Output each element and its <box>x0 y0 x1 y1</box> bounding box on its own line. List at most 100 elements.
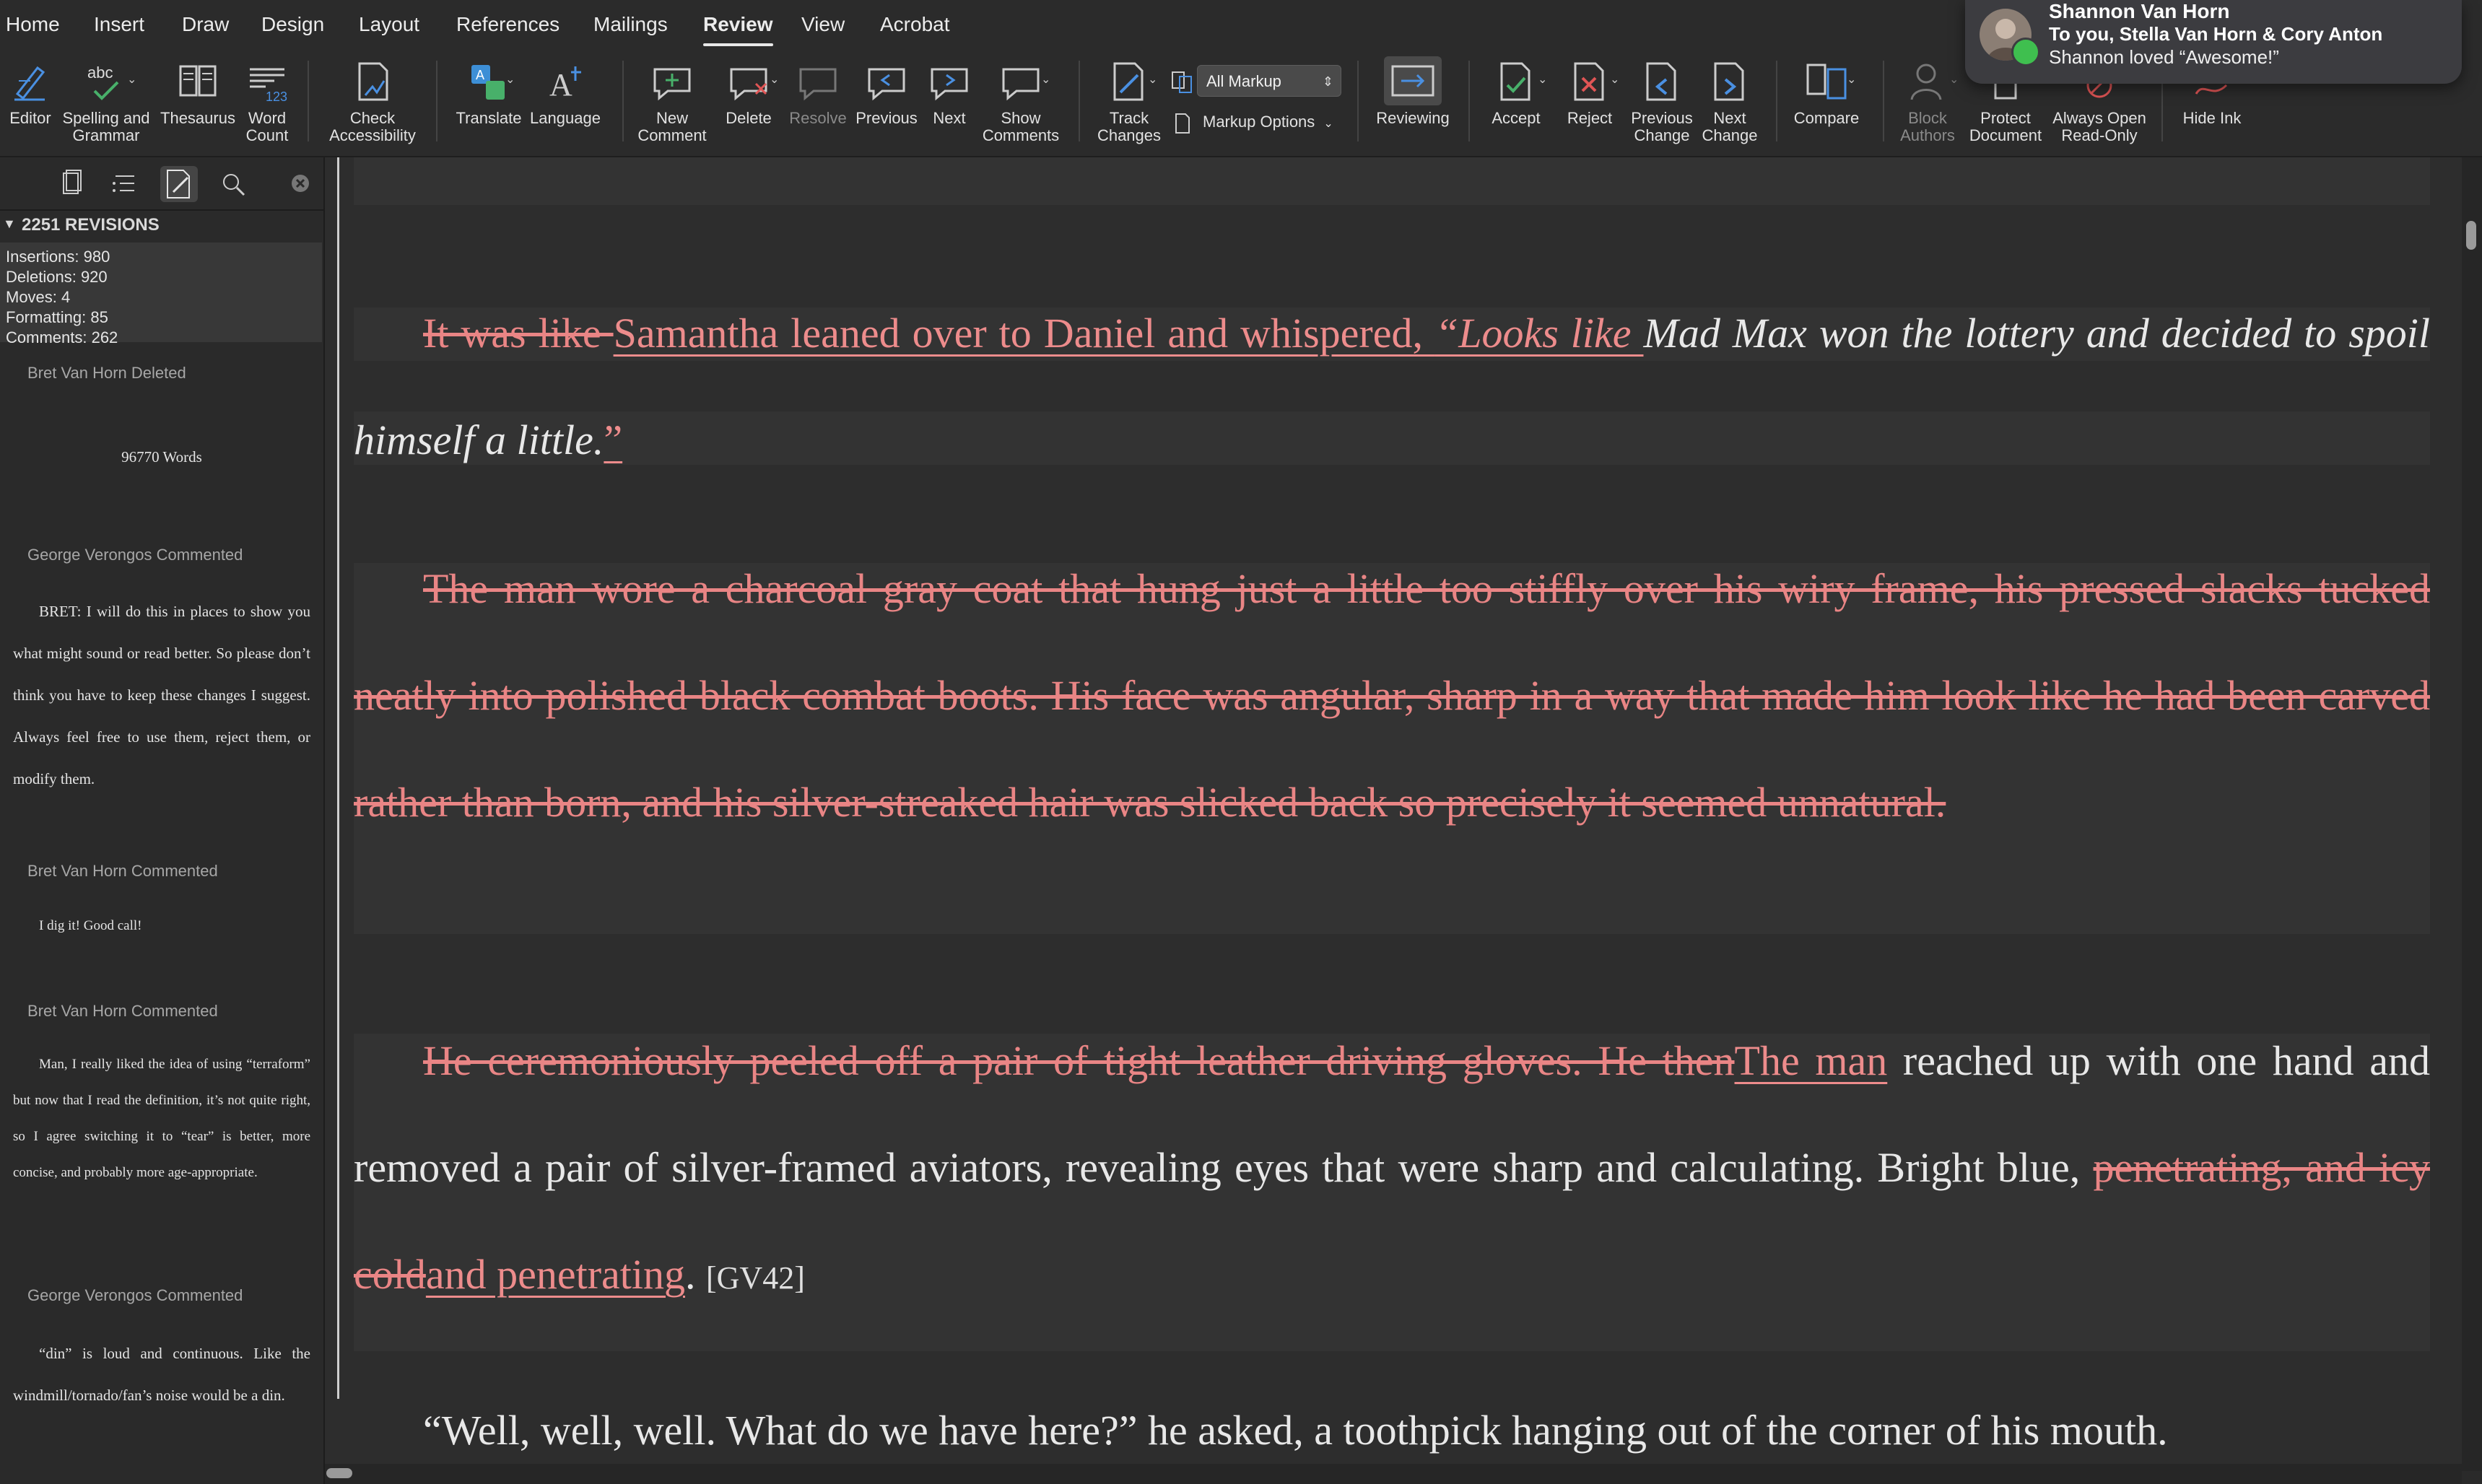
markup-select-value: All Markup <box>1206 72 1281 90</box>
spelling-grammar-button[interactable]: abc Spelling and Grammar <box>59 59 153 144</box>
tab-home[interactable]: Home <box>6 13 60 36</box>
tab-review[interactable]: Review <box>703 13 773 46</box>
delete-comment-icon <box>730 68 767 101</box>
svg-text:abc: abc <box>87 64 113 82</box>
tab-references[interactable]: References <box>456 13 559 36</box>
deleted-text[interactable]: The man wore a charcoal gray coat that h… <box>354 565 2430 826</box>
spelling-label-line1: Spelling and <box>62 109 150 127</box>
previous-change-button[interactable]: Previous Change <box>1627 59 1697 144</box>
next-comment-button[interactable]: Next <box>923 59 976 127</box>
show-comments-label-line2: Comments <box>982 126 1060 144</box>
chevron-down-icon: ⌄ <box>1323 118 1333 130</box>
new-comment-label-line1: New <box>656 109 688 127</box>
vertical-scrollbar[interactable] <box>2462 157 2482 1471</box>
deleted-text[interactable]: It was like <box>423 310 614 357</box>
notification-recipients: To you, Stella Van Horn & Cory Anton <box>2049 23 2383 45</box>
horizontal-scroll-thumb[interactable] <box>326 1468 352 1478</box>
reject-button[interactable]: Reject <box>1558 59 1621 127</box>
revision-text: “din” is loud and continuous. Like the w… <box>13 1345 310 1404</box>
track-changes-label-line2: Changes <box>1097 126 1162 144</box>
notification-body: Shannon loved “Awesome!” <box>2049 46 2279 68</box>
tab-insert[interactable]: Insert <box>94 13 144 36</box>
inserted-text[interactable]: “Looks like <box>1435 310 1644 357</box>
thesaurus-button[interactable]: Thesaurus <box>156 59 240 127</box>
thumbnails-icon <box>63 170 82 194</box>
chevron-down-icon[interactable]: ⌄ <box>1949 72 1959 87</box>
message-notification[interactable]: Shannon Van Horn To you, Stella Van Horn… <box>1965 0 2462 84</box>
messages-app-icon <box>2011 38 2040 66</box>
chevron-down-icon[interactable]: ⌄ <box>1041 72 1050 87</box>
chevron-down-icon[interactable]: ⌄ <box>127 72 136 87</box>
spelling-label-line2: Grammar <box>72 126 140 144</box>
revision-author[interactable]: Bret Van Horn Commented <box>27 1002 218 1021</box>
accessibility-label-line1: Check <box>349 109 396 127</box>
thesaurus-book-icon <box>179 65 217 97</box>
word-count-icon: 123 <box>250 68 287 104</box>
translate-icon: A <box>471 65 505 100</box>
delete-label: Delete <box>726 109 772 127</box>
translate-button[interactable]: A Translate <box>448 59 530 127</box>
chevron-down-icon[interactable]: ⌄ <box>1610 72 1619 87</box>
word-count-button[interactable]: 123 Word Count <box>241 59 293 144</box>
ribbon-divider <box>308 61 309 141</box>
headings-button[interactable] <box>105 166 143 202</box>
markup-display-select[interactable]: All Markup ⇕ <box>1197 65 1341 97</box>
previous-comment-button[interactable]: Previous <box>853 59 920 127</box>
horizontal-scrollbar[interactable] <box>325 1464 2462 1484</box>
paragraph[interactable]: The man wore a charcoal gray coat that h… <box>354 536 2430 856</box>
revision-text: I dig it! Good call! <box>39 918 142 933</box>
resolve-button[interactable]: Resolve <box>785 59 850 127</box>
tab-layout[interactable]: Layout <box>359 13 419 36</box>
svg-text:123: 123 <box>266 90 287 104</box>
inserted-text[interactable]: The man <box>1735 1037 1888 1084</box>
search-button[interactable] <box>215 166 253 202</box>
markup-options-button[interactable]: Markup Options ⌄ <box>1203 113 1333 131</box>
inserted-text[interactable]: ” <box>604 416 622 463</box>
compare-button[interactable]: Compare <box>1788 59 1865 127</box>
chevron-down-icon[interactable]: ⌄ <box>1847 72 1856 87</box>
tab-design[interactable]: Design <box>261 13 324 36</box>
reviewing-pane-icon <box>1384 56 1442 105</box>
inserted-text[interactable]: Samantha leaned over to Daniel and whisp… <box>614 310 1435 357</box>
paragraph[interactable]: He ceremoniously peeled off a pair of ti… <box>354 1008 2430 1332</box>
chevron-down-icon[interactable]: ⌄ <box>770 72 779 87</box>
revision-author[interactable]: George Verongos Commented <box>27 1286 243 1305</box>
revision-author[interactable]: George Verongos Commented <box>27 546 243 564</box>
tab-mailings[interactable]: Mailings <box>593 13 668 36</box>
next-change-button[interactable]: Next Change <box>1697 59 1763 144</box>
chevron-down-icon[interactable]: ⌄ <box>1538 72 1547 87</box>
revisions-tab-button[interactable] <box>160 166 198 202</box>
paragraph[interactable]: It was like Samantha leaned over to Dani… <box>354 280 2430 494</box>
body-text: “Well, well, well. What do we have here?… <box>423 1407 2168 1454</box>
vertical-scroll-thumb[interactable] <box>2466 221 2476 250</box>
reviewing-pane-button[interactable]: Reviewing <box>1372 56 1454 127</box>
tab-acrobat[interactable]: Acrobat <box>880 13 950 36</box>
language-button[interactable]: A Language <box>527 59 604 127</box>
editor-button[interactable]: Editor <box>4 59 56 127</box>
thumbnails-button[interactable] <box>52 166 90 202</box>
inserted-text[interactable]: and penetrating <box>426 1251 685 1298</box>
protect-label-line2: Document <box>1969 126 2042 144</box>
tab-view[interactable]: View <box>801 13 845 36</box>
track-changes-icon <box>1113 62 1144 101</box>
chevron-down-icon[interactable]: ⌄ <box>1148 72 1157 87</box>
revision-author[interactable]: Bret Van Horn Deleted <box>27 364 186 383</box>
tab-draw[interactable]: Draw <box>182 13 229 36</box>
svg-text:A: A <box>476 68 484 82</box>
ribbon-divider <box>1079 61 1080 141</box>
next-comment-icon <box>931 68 968 101</box>
revisions-count: 2251 REVISIONS <box>22 215 160 235</box>
revisions-header[interactable]: ▼ 2251 REVISIONS <box>0 214 323 240</box>
chevron-down-icon[interactable]: ⌄ <box>505 72 515 87</box>
accept-button[interactable]: Accept <box>1481 59 1551 127</box>
new-comment-button[interactable]: New Comment <box>632 59 712 144</box>
select-arrows-icon: ⇕ <box>1322 74 1333 89</box>
revision-author[interactable]: Bret Van Horn Commented <box>27 862 218 881</box>
close-pane-button[interactable] <box>282 166 319 202</box>
comment-reference-marker[interactable]: [GV42] <box>706 1260 805 1296</box>
deleted-text[interactable]: He ceremoniously peeled off a pair of ti… <box>423 1037 1735 1084</box>
check-accessibility-button[interactable]: Check Accessibility <box>323 59 422 144</box>
editor-label: Editor <box>9 109 51 127</box>
delete-comment-button[interactable]: Delete <box>718 59 780 127</box>
new-comment-label-line2: Comment <box>637 126 707 144</box>
